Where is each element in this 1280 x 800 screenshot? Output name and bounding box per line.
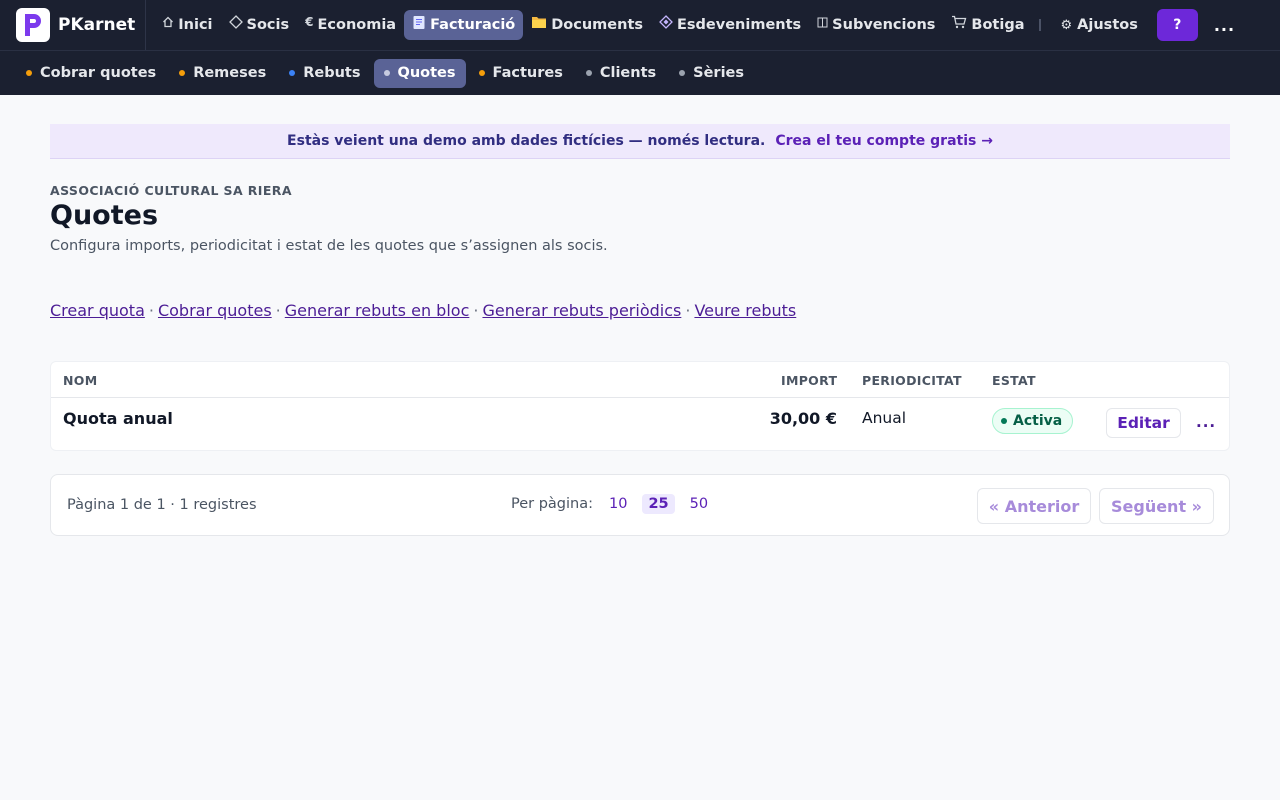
status-label: Activa [1013, 413, 1063, 429]
link-separator: · [473, 301, 479, 320]
home-icon [162, 16, 174, 28]
previous-page-button[interactable]: « Anterior [977, 488, 1091, 524]
subnav-item-remeses[interactable]: Remeses [169, 59, 276, 88]
nav-label: Botiga [971, 17, 1025, 33]
next-page-button[interactable]: Següent » [1099, 488, 1214, 524]
create-account-link[interactable]: Crea el teu compte gratis → [775, 133, 993, 149]
nav-label: Documents [551, 17, 644, 33]
subnav-item-rebuts[interactable]: Rebuts [279, 59, 370, 88]
column-header-amount[interactable]: IMPORT [781, 373, 837, 388]
per-page-selector: Per pàgina: 10 25 50 [511, 494, 723, 514]
diamond-icon [228, 15, 243, 29]
nav-label: Esdeveniments [677, 17, 802, 33]
subnav-label: Cobrar quotes [40, 65, 157, 81]
nav-label: Economia [317, 17, 397, 33]
diamond-filled-icon [659, 15, 673, 29]
receipt-icon [412, 15, 426, 30]
more-menu-button[interactable]: ... [1214, 16, 1235, 35]
subnav-label: Rebuts [303, 65, 361, 81]
nav-item-subvencions[interactable]: Subvencions [809, 10, 943, 40]
subnav-item-series[interactable]: Sèries [669, 59, 754, 88]
logo-p-icon [25, 14, 41, 36]
view-receipts-link[interactable]: Veure rebuts [694, 301, 796, 320]
billing-subnav: Cobrar quotes Remeses Rebuts Quotes Fact… [0, 50, 1280, 95]
status-dot [478, 70, 485, 76]
cart-icon [951, 15, 967, 29]
subnav-label: Clients [599, 65, 657, 81]
nav-item-facturacio[interactable]: Facturació [404, 10, 524, 40]
top-navbar: PKarnet Inici Socis € Economia Facturaci… [0, 0, 1280, 50]
columns-icon [817, 17, 828, 28]
nav-label: Subvencions [832, 17, 936, 33]
demo-banner-message: Estàs veient una demo amb dades fictície… [287, 133, 766, 149]
subnav-label: Factures [492, 65, 563, 81]
settings-label: Ajustos [1077, 17, 1138, 33]
page-subtitle: Configura imports, periodicitat i estat … [50, 238, 608, 254]
help-button[interactable]: ? [1156, 9, 1198, 41]
subnav-item-cobrar-quotes[interactable]: Cobrar quotes [16, 59, 166, 88]
link-separator: · [148, 301, 154, 320]
fee-name: Quota anual [63, 409, 173, 428]
brand[interactable]: PKarnet [0, 0, 147, 50]
app-logo [16, 8, 50, 42]
column-header-name[interactable]: NOM [63, 373, 97, 388]
periodic-receipts-link[interactable]: Generar rebuts periòdics [482, 301, 681, 320]
nav-item-socis[interactable]: Socis [221, 10, 298, 40]
nav-item-inici[interactable]: Inici [154, 10, 220, 40]
app-name: PKarnet [58, 15, 136, 35]
euro-icon: € [305, 15, 314, 29]
per-page-option-10[interactable]: 10 [603, 494, 633, 514]
nav-item-esdeveniments[interactable]: Esdeveniments [651, 10, 809, 40]
status-dot [585, 70, 592, 76]
subnav-label: Remeses [193, 65, 267, 81]
per-page-label: Per pàgina: [511, 496, 594, 512]
page-title: Quotes [50, 200, 159, 231]
status-badge: Activa [992, 408, 1074, 434]
create-fee-link[interactable]: Crear quota [50, 301, 145, 320]
action-links: Crear quota · Cobrar quotes · Generar rebuts… [50, 301, 796, 320]
link-separator: · [275, 301, 281, 320]
status-dot [26, 70, 32, 76]
subnav-item-factures[interactable]: Factures [469, 59, 573, 88]
subnav-item-quotes[interactable]: Quotes [373, 58, 466, 88]
nav-divider [1038, 19, 1041, 31]
column-header-period[interactable]: PERIODICITAT [862, 373, 962, 388]
main-nav: Inici Socis € Economia Facturació Docume… [146, 0, 1032, 50]
table-header: NOM IMPORT PERIODICITAT ESTAT [51, 362, 1229, 398]
nav-item-economia[interactable]: € Economia [297, 10, 404, 40]
row-actions-button[interactable]: ... [1196, 413, 1216, 431]
status-dot [1001, 418, 1007, 424]
pagination-info: Pàgina 1 de 1 · 1 registres [67, 497, 257, 513]
pagination-bar: Pàgina 1 de 1 · 1 registres Per pàgina: … [50, 474, 1230, 536]
per-page-option-25[interactable]: 25 [642, 494, 675, 514]
demo-banner: Estàs veient una demo amb dades fictície… [50, 124, 1230, 159]
per-page-option-50[interactable]: 50 [684, 494, 714, 514]
fee-amount: 30,00 € [769, 409, 837, 428]
column-header-status[interactable]: ESTAT [992, 373, 1036, 388]
subnav-label: Quotes [397, 65, 456, 81]
edit-button[interactable]: Editar [1106, 408, 1181, 438]
nav-label: Socis [246, 17, 290, 33]
nav-label: Facturació [430, 17, 516, 33]
subnav-label: Sèries [693, 65, 745, 81]
nav-item-documents[interactable]: Documents [523, 10, 651, 40]
nav-label: Inici [178, 17, 213, 33]
gear-icon: ⚙ [1060, 17, 1073, 33]
status-dot [289, 70, 296, 76]
link-separator: · [685, 301, 691, 320]
fees-table: NOM IMPORT PERIODICITAT ESTAT Quota anua… [50, 361, 1230, 451]
nav-item-botiga[interactable]: Botiga [943, 10, 1032, 40]
settings-link[interactable]: ⚙ Ajustos [1053, 17, 1146, 33]
subnav-item-clients[interactable]: Clients [576, 59, 666, 88]
fee-period: Anual [862, 409, 907, 427]
status-dot [179, 70, 186, 76]
collect-fees-link[interactable]: Cobrar quotes [158, 301, 272, 320]
folder-icon [531, 15, 547, 29]
organization-name: ASSOCIACIÓ CULTURAL SA RIERA [50, 183, 292, 198]
status-dot [679, 70, 686, 76]
status-dot [383, 70, 390, 76]
bulk-receipts-link[interactable]: Generar rebuts en bloc [285, 301, 470, 320]
